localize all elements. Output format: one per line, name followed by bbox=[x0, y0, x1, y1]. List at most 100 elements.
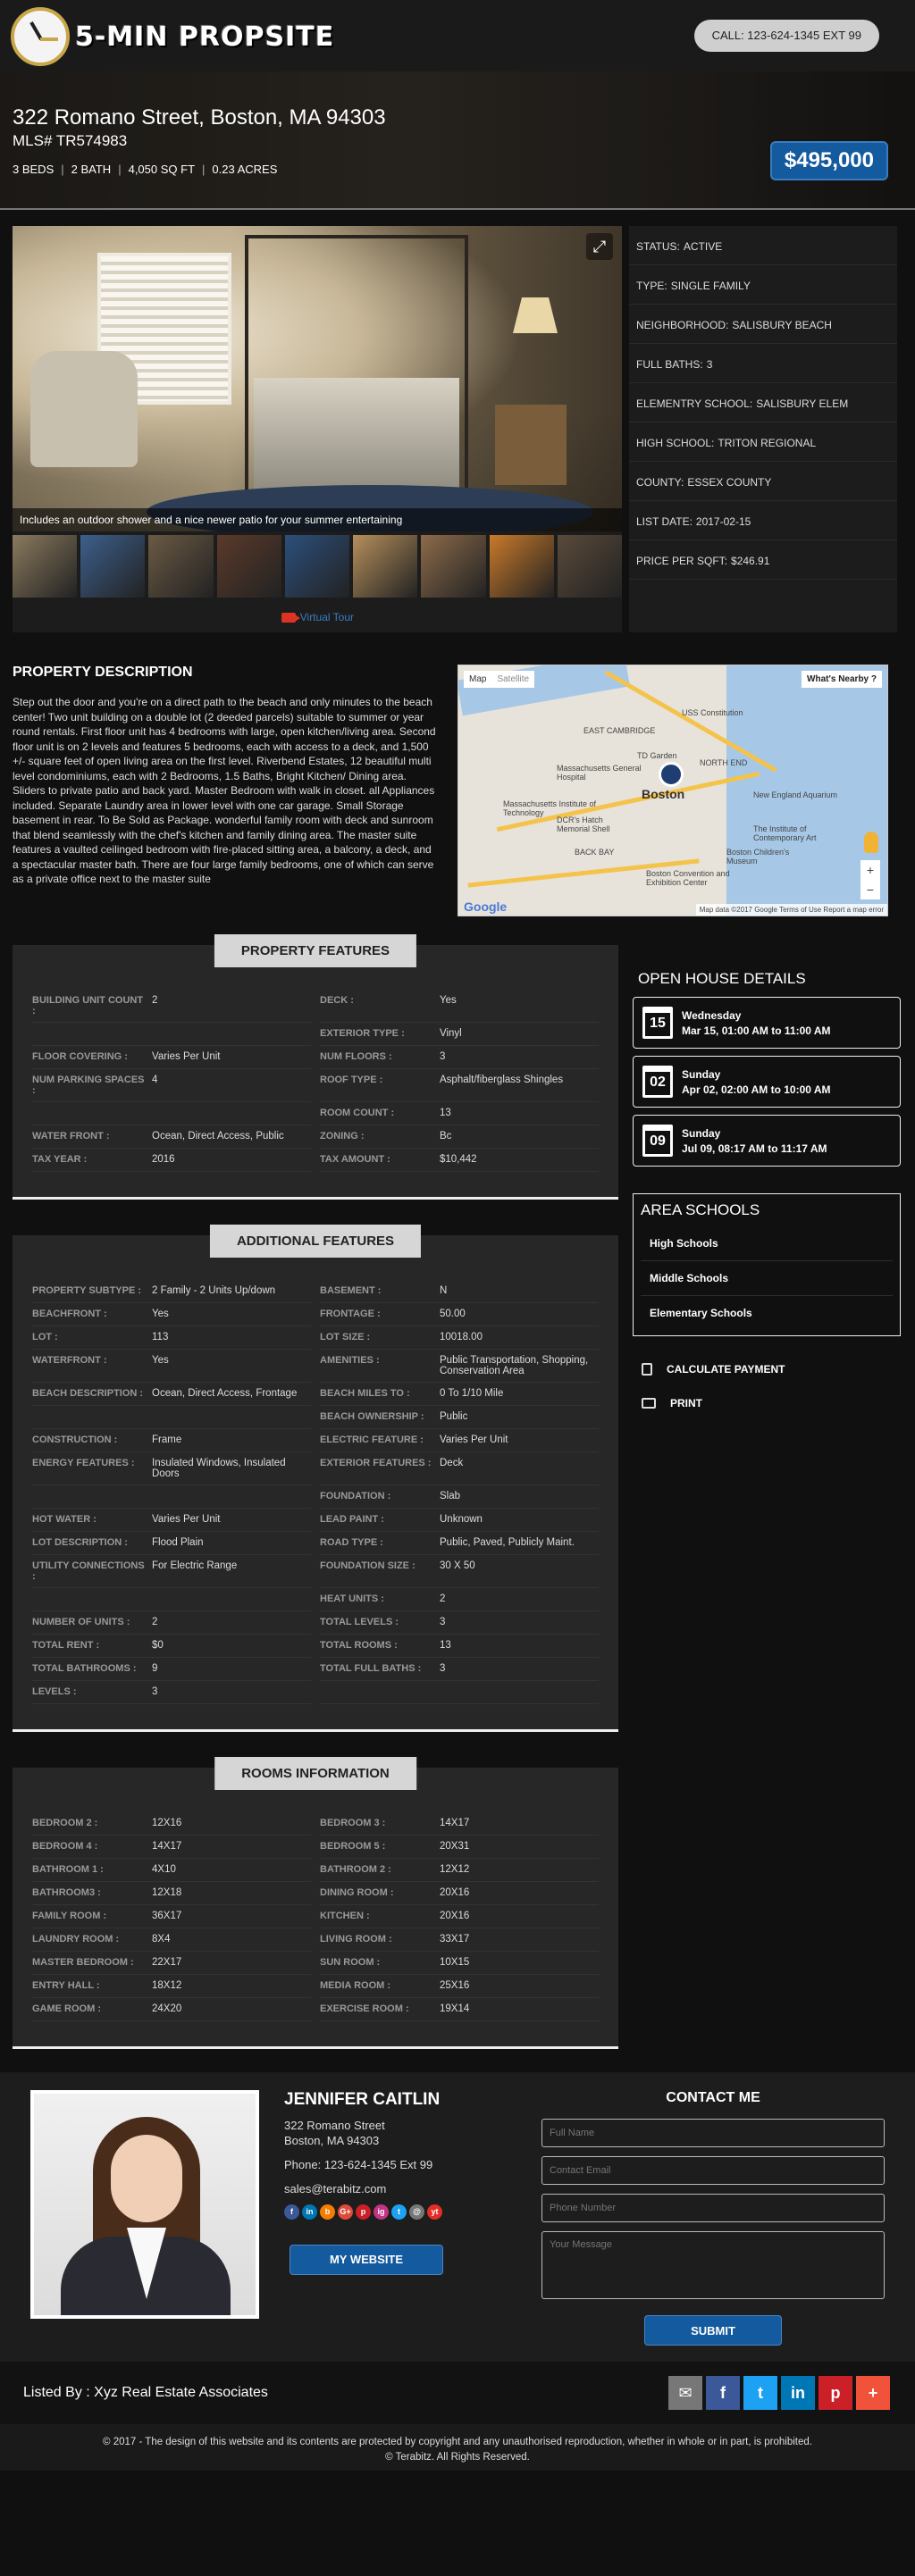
gallery-thumbnail[interactable] bbox=[421, 535, 486, 598]
gallery-thumbnail[interactable] bbox=[353, 535, 418, 598]
map-place: The Institute of Contemporary Art bbox=[753, 824, 817, 842]
open-house-card: 02 Sunday Apr 02, 02:00 AM to 10:00 AM bbox=[633, 1056, 901, 1108]
property-features-title: PROPERTY FEATURES bbox=[214, 934, 417, 967]
calculate-payment-link[interactable]: CALCULATE PAYMENT bbox=[633, 1349, 901, 1383]
call-button[interactable]: CALL: 123-624-1345 EXT 99 bbox=[693, 20, 879, 52]
feature-label: UTILITY CONNECTIONS : bbox=[32, 1560, 145, 1582]
map-tab[interactable]: Map bbox=[464, 671, 491, 688]
map-place: Massachusetts General Hospital bbox=[557, 764, 642, 782]
property-address: 322 Romano Street, Boston, MA 94303 bbox=[13, 105, 386, 130]
map-footer[interactable]: Map data ©2017 Google Terms of Use Repor… bbox=[695, 904, 887, 916]
social-icon[interactable]: b bbox=[320, 2204, 335, 2220]
virtual-tour-link[interactable]: Virtual Tour bbox=[281, 611, 354, 623]
feature-value: 2 bbox=[440, 1593, 446, 1604]
site-logo[interactable]: 5-MIN PROPSITE bbox=[11, 7, 334, 66]
share-icon[interactable]: in bbox=[781, 2376, 815, 2410]
contact-email-input[interactable] bbox=[541, 2156, 885, 2185]
social-icon[interactable]: @ bbox=[409, 2204, 424, 2220]
school-item-high[interactable]: High Schools bbox=[641, 1226, 893, 1261]
submit-button[interactable]: SUBMIT bbox=[644, 2315, 782, 2346]
whats-nearby-button[interactable]: What's Nearby ? bbox=[802, 671, 882, 688]
feature-value: 13 bbox=[440, 1640, 451, 1651]
feature-value: 13 bbox=[440, 1108, 451, 1118]
feature-value: 20X31 bbox=[440, 1841, 470, 1852]
satellite-tab[interactable]: Satellite bbox=[491, 671, 534, 688]
thumbnail-strip bbox=[13, 531, 622, 598]
description-text: Step out the door and you're on a direct… bbox=[13, 696, 436, 885]
phone-number-input[interactable] bbox=[541, 2194, 885, 2222]
feature-value: 12X18 bbox=[152, 1887, 182, 1898]
feature-row: PROPERTY SUBTYPE : 2 Family - 2 Units Up/… bbox=[32, 1280, 311, 1303]
feature-row: BUILDING UNIT COUNT : 2 bbox=[32, 990, 311, 1023]
feature-row: ROOF TYPE : Asphalt/fiberglass Shingles bbox=[320, 1069, 599, 1102]
gallery-thumbnail[interactable] bbox=[557, 535, 622, 598]
feature-label: TOTAL RENT : bbox=[32, 1640, 100, 1651]
feature-row: GAME ROOM : 24X20 bbox=[32, 1998, 311, 2021]
share-icon[interactable]: + bbox=[856, 2376, 890, 2410]
gallery-thumbnail[interactable] bbox=[489, 535, 554, 598]
street-view-icon[interactable] bbox=[864, 832, 878, 853]
property-pin-icon[interactable] bbox=[659, 762, 684, 787]
agent-name: JENNIFER CAITLIN bbox=[284, 2090, 441, 2109]
map[interactable]: Map Satellite What's Nearby ? USS Consti… bbox=[458, 665, 888, 916]
feature-label: CONSTRUCTION : bbox=[32, 1434, 118, 1445]
spec-beds: 3 BEDS bbox=[13, 163, 55, 176]
feature-label: FOUNDATION : bbox=[320, 1491, 391, 1501]
social-icon[interactable]: in bbox=[302, 2204, 317, 2220]
share-icon[interactable]: f bbox=[706, 2376, 740, 2410]
social-icon[interactable]: yt bbox=[427, 2204, 442, 2220]
school-item-middle[interactable]: Middle Schools bbox=[641, 1261, 893, 1296]
social-icon[interactable]: f bbox=[284, 2204, 299, 2220]
gallery-thumbnail[interactable] bbox=[13, 535, 78, 598]
feature-row: SUN ROOM : 10X15 bbox=[320, 1952, 599, 1975]
feature-value bbox=[152, 1491, 311, 1502]
feature-label: HOT WATER : bbox=[32, 1514, 97, 1525]
gallery-thumbnail[interactable] bbox=[284, 535, 350, 598]
feature-value: For Electric Range bbox=[152, 1560, 238, 1571]
feature-label: NUM PARKING SPACES : bbox=[32, 1075, 145, 1096]
feature-row: BEACH MILES TO : 0 To 1/10 Mile bbox=[320, 1383, 599, 1406]
status-value: ACTIVE bbox=[683, 240, 723, 253]
agent-section: JENNIFER CAITLIN 322 Romano Street Bosto… bbox=[0, 2072, 915, 2362]
open-house-text: Sunday Apr 02, 02:00 AM to 10:00 AM bbox=[682, 1068, 831, 1096]
feature-label: BASEMENT : bbox=[320, 1285, 382, 1296]
listed-by: Listed By : Xyz Real Estate Associates bbox=[23, 2385, 268, 2400]
print-link[interactable]: PRINT bbox=[633, 1383, 901, 1417]
map-type-control[interactable]: Map Satellite bbox=[464, 671, 535, 688]
expand-icon[interactable]: ⤢ bbox=[586, 233, 613, 260]
feature-value bbox=[152, 1028, 311, 1040]
share-icon[interactable]: ✉ bbox=[668, 2376, 702, 2410]
my-website-button[interactable]: MY WEBSITE bbox=[290, 2245, 443, 2275]
social-icon[interactable]: G+ bbox=[338, 2204, 353, 2220]
feature-label: BEDROOM 3 : bbox=[320, 1818, 386, 1828]
calculate-payment-label: CALCULATE PAYMENT bbox=[667, 1363, 785, 1376]
feature-row: TOTAL LEVELS : 3 bbox=[320, 1611, 599, 1635]
feature-value: 12X12 bbox=[440, 1864, 470, 1875]
feature-value: 20X16 bbox=[440, 1911, 470, 1921]
feature-row: TOTAL FULL BATHS : 3 bbox=[320, 1658, 599, 1681]
status-value: 3 bbox=[706, 358, 713, 371]
social-icon[interactable]: ig bbox=[374, 2204, 389, 2220]
school-item-elementary[interactable]: Elementary Schools bbox=[641, 1296, 893, 1330]
gallery-thumbnail[interactable] bbox=[148, 535, 214, 598]
feature-value: 50.00 bbox=[440, 1309, 466, 1319]
open-house-card: 15 Wednesday Mar 15, 01:00 AM to 11:00 AM bbox=[633, 997, 901, 1049]
gallery-thumbnail[interactable] bbox=[80, 535, 146, 598]
zoom-control[interactable]: + − bbox=[860, 860, 880, 899]
social-icon[interactable]: t bbox=[391, 2204, 407, 2220]
feature-label bbox=[32, 1411, 152, 1423]
gallery-thumbnail[interactable] bbox=[216, 535, 281, 598]
agent-email[interactable]: sales@terabitz.com bbox=[284, 2182, 516, 2195]
feature-label: MASTER BEDROOM : bbox=[32, 1957, 134, 1968]
feature-value: 2 bbox=[152, 995, 158, 1006]
feature-value: 24X20 bbox=[152, 2003, 182, 2014]
message-textarea[interactable] bbox=[541, 2231, 885, 2299]
feature-label: EXTERIOR TYPE : bbox=[320, 1028, 405, 1039]
feature-row: WATERFRONT : Yes bbox=[32, 1350, 311, 1383]
feature-row: HOT WATER : Varies Per Unit bbox=[32, 1509, 311, 1532]
share-icon[interactable]: p bbox=[818, 2376, 852, 2410]
full-name-input[interactable] bbox=[541, 2119, 885, 2147]
main-photo[interactable]: ⤢ Includes an outdoor shower and a nice … bbox=[13, 226, 622, 531]
share-icon[interactable]: t bbox=[743, 2376, 777, 2410]
social-icon[interactable]: p bbox=[356, 2204, 371, 2220]
